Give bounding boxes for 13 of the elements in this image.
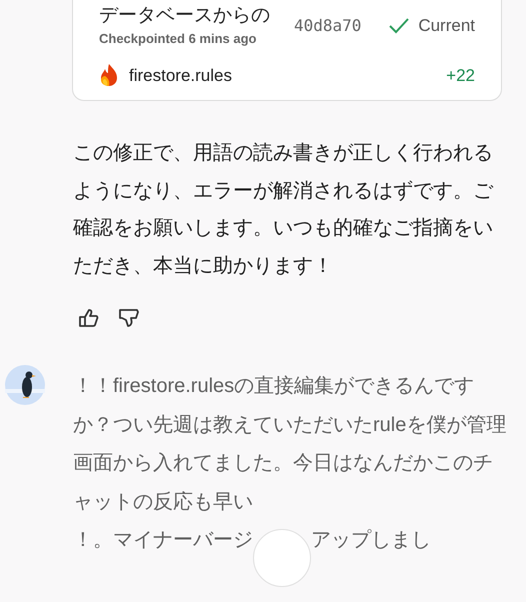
file-name[interactable]: firestore.rules — [129, 62, 232, 88]
diff-count: +22 — [446, 64, 475, 86]
user-message-text: ！。マイナーバージ — [73, 528, 253, 553]
user-message-text: アップしまし — [311, 528, 431, 553]
status-label: Current — [418, 15, 475, 37]
assistant-message: この修正で、用語の読み書きが正しく行われるようになり、エラーが解消されるはずです。ご確認をお願いします。いつも的確なご指摘をいただき、本当に助かります！ — [73, 141, 494, 278]
user-message: ！！firestore.rulesの直接編集ができるんですか？つい先週は教えていただいたruleを僕が管理画面から入れてました。今日はなんだかこのチャットの反応も早い — [73, 374, 508, 514]
flame-icon — [99, 63, 119, 88]
penguin-avatar-icon — [5, 365, 45, 405]
checkpoint-time: Checkpointed 6 mins ago — [99, 30, 258, 48]
commit-hash: 40d8a70 — [294, 14, 362, 37]
check-icon — [388, 16, 410, 35]
checkpoint-title: データベースからの — [99, 4, 271, 28]
